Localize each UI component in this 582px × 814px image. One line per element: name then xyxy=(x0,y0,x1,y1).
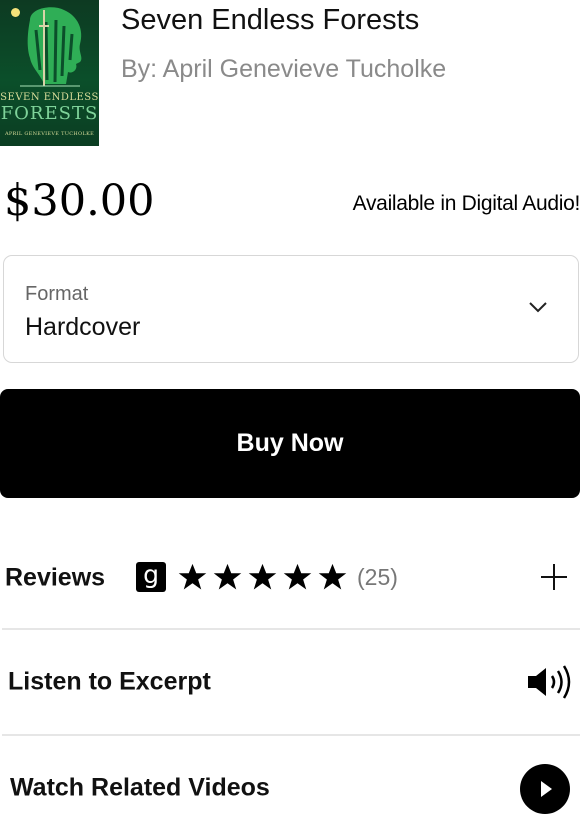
format-value: Hardcover xyxy=(25,313,141,341)
price: $30.00 xyxy=(4,176,155,226)
availability-note: Available in Digital Audio! xyxy=(352,192,581,215)
videos-label: Watch Related Videos xyxy=(10,773,270,802)
play-icon[interactable] xyxy=(520,764,570,814)
star-icon xyxy=(318,563,347,590)
reviews-row[interactable]: Reviews g (25) xyxy=(2,526,580,630)
cover-title-line-1: SEVEN ENDLESS xyxy=(0,92,99,103)
format-select[interactable]: Format Hardcover xyxy=(3,255,579,363)
speaker-icon[interactable] xyxy=(526,663,572,701)
cover-title-line-2: FORESTS xyxy=(0,103,99,124)
reviews-label: Reviews xyxy=(5,563,106,592)
book-cover-image[interactable]: SEVEN ENDLESS FORESTS APRIL GENEVIEVE TU… xyxy=(0,0,99,146)
plus-icon[interactable] xyxy=(540,563,568,591)
goodreads-icon: g xyxy=(136,562,166,592)
book-title: Seven Endless Forests xyxy=(121,4,420,36)
star-icon xyxy=(178,563,207,590)
buy-now-button[interactable]: Buy Now xyxy=(0,389,580,498)
book-author[interactable]: By: April Genevieve Tucholke xyxy=(121,55,446,84)
moon-icon xyxy=(11,8,20,17)
chevron-down-icon xyxy=(529,302,547,313)
star-icon xyxy=(248,563,277,590)
format-label: Format xyxy=(25,283,89,305)
star-icon xyxy=(283,563,312,590)
star-icon xyxy=(213,563,242,590)
excerpt-label: Listen to Excerpt xyxy=(8,667,211,696)
cover-art xyxy=(20,7,82,87)
play-triangle xyxy=(541,781,552,797)
videos-row[interactable]: Watch Related Videos xyxy=(2,736,580,814)
excerpt-row[interactable]: Listen to Excerpt xyxy=(2,630,580,734)
star-rating xyxy=(175,562,350,592)
product-page: SEVEN ENDLESS FORESTS APRIL GENEVIEVE TU… xyxy=(0,0,582,814)
review-count: (25) xyxy=(357,564,398,590)
cover-author: APRIL GENEVIEVE TUCHOLKE xyxy=(4,131,95,137)
